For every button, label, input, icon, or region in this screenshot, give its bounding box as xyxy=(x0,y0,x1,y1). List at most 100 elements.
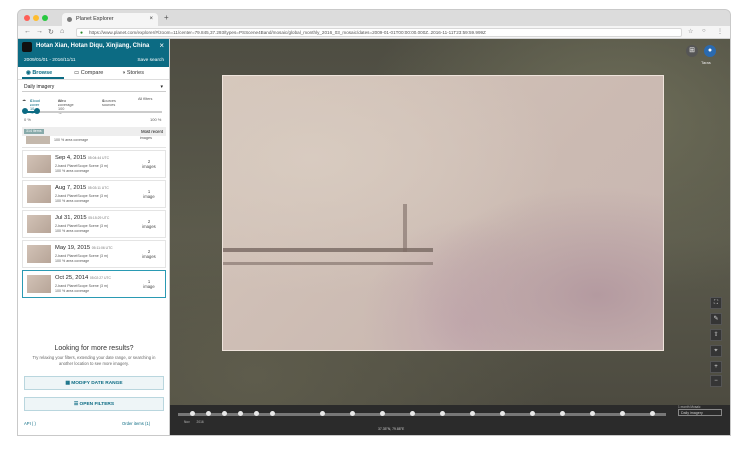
tab-close-icon[interactable]: × xyxy=(149,13,153,26)
menu-icon[interactable]: ⋮ xyxy=(717,28,723,35)
item-date-text: Jul 31, 2015 xyxy=(55,215,87,221)
results-header: 314 items Most recent xyxy=(22,127,166,136)
fullscreen-icon[interactable]: ⛶ xyxy=(710,297,722,309)
count-unit: images xyxy=(142,224,156,229)
list-item[interactable]: May 19, 2015 05:11:06 UTC 2-band PlanetS… xyxy=(22,240,166,268)
list-item[interactable]: Aug 7, 2015 05:03:11 UTC 2-band PlanetSc… xyxy=(22,180,166,208)
thumbnail xyxy=(27,245,51,263)
timeline-point[interactable] xyxy=(238,411,243,416)
new-tab-button[interactable]: + xyxy=(164,13,169,22)
timeline-point[interactable] xyxy=(380,411,385,416)
timeline-point[interactable] xyxy=(254,411,259,416)
count-unit: image xyxy=(143,284,155,289)
cloud-icon[interactable]: ☁ xyxy=(22,97,26,102)
item-source: 2-band PlanetScope Scene (3 m) xyxy=(55,194,109,198)
timeline-point[interactable] xyxy=(650,411,655,416)
tab-compare-label: Compare xyxy=(80,70,104,76)
open-filters-button[interactable]: ☰ OPEN FILTERS xyxy=(24,397,164,411)
timeline-point[interactable] xyxy=(320,411,325,416)
image-count: 2 images xyxy=(141,219,157,229)
road-line xyxy=(223,262,433,265)
item-date: Aug 7, 2015 05:03:11 UTC xyxy=(55,185,109,191)
timeline-point[interactable] xyxy=(440,411,445,416)
timeline-point[interactable] xyxy=(590,411,595,416)
item-date-text: Sep 4, 2015 xyxy=(55,155,87,161)
date-range[interactable]: 2009/01/01 - 2016/11/11 xyxy=(24,58,76,63)
close-window-dot[interactable] xyxy=(24,15,30,21)
timeline-point[interactable] xyxy=(530,411,535,416)
bookmark-star-icon[interactable]: ☆ xyxy=(688,28,693,35)
timeline-point[interactable] xyxy=(222,411,227,416)
item-coverage: 100 % area coverage xyxy=(55,169,90,173)
list-item[interactable]: Sep 4, 2015 05:04:44 UTC 2-band PlanetSc… xyxy=(22,150,166,178)
count-unit: images xyxy=(142,164,156,169)
planet-logo-icon[interactable] xyxy=(22,42,32,52)
list-item[interactable]: Jul 31, 2015 05:15:29 UTC 2-band PlanetS… xyxy=(22,210,166,238)
api-link[interactable]: API ( ) xyxy=(24,421,36,426)
item-coverage: 100 % area coverage xyxy=(55,259,90,263)
url-input[interactable]: ● https://www.planet.com/explorer/#/zoom… xyxy=(76,28,682,37)
timeline-point[interactable] xyxy=(500,411,505,416)
imagery-type-select[interactable]: Daily imagery ▾ xyxy=(22,83,166,92)
more-results-text: Try relaxing your filters, extending you… xyxy=(32,355,156,366)
timeline-point[interactable] xyxy=(270,411,275,416)
maximize-window-dot[interactable] xyxy=(42,15,48,21)
draw-icon[interactable]: ✎ xyxy=(710,313,722,325)
cloud-cover-slider[interactable] xyxy=(22,108,162,114)
slider-max-label: 100 % xyxy=(150,117,162,122)
save-search-link[interactable]: Save search xyxy=(137,58,164,63)
coverage-text: 100 % area coverage xyxy=(54,138,89,142)
timeline-point[interactable] xyxy=(620,411,625,416)
item-time: 05:02:27 UTC xyxy=(89,276,111,280)
item-coverage: 100 % area coverage xyxy=(55,229,90,233)
imagery-scene[interactable] xyxy=(222,75,664,351)
count-unit: image xyxy=(143,194,155,199)
tab-browse[interactable]: ◉ Browse xyxy=(26,70,52,76)
image-count: images xyxy=(139,136,152,140)
all-filters-link[interactable]: All filters xyxy=(138,97,152,101)
tab-stories[interactable]: ◑ Stories xyxy=(122,70,144,76)
extension-icon[interactable]: ○ xyxy=(702,28,706,34)
timeline-point[interactable] xyxy=(206,411,211,416)
timeline-point[interactable] xyxy=(560,411,565,416)
timeline-imagery-select[interactable]: Daily imagery xyxy=(678,409,722,416)
minimize-window-dot[interactable] xyxy=(33,15,39,21)
upload-icon[interactable]: ⇧ xyxy=(710,329,722,341)
modify-date-range-button[interactable]: ▦ MODIFY DATE RANGE xyxy=(24,376,164,390)
slider-handle-max[interactable] xyxy=(34,108,40,114)
map-view[interactable]: ⊞ ● Taras ⛶ ✎ ⇧ ⌖ + − xyxy=(170,39,730,435)
back-icon[interactable]: ← xyxy=(24,28,31,35)
item-date: Jul 31, 2015 05:15:29 UTC xyxy=(55,215,109,221)
sort-select[interactable]: Most recent xyxy=(141,127,163,136)
slider-min-label: 0 % xyxy=(24,117,31,122)
grid-menu-icon[interactable]: ⊞ xyxy=(686,45,698,57)
coordinates-text: 37.35°N, 79.88°E xyxy=(378,427,405,431)
browser-tab[interactable]: Planet Explorer × xyxy=(62,13,158,26)
timeline-point[interactable] xyxy=(470,411,475,416)
zoom-in-button[interactable]: + xyxy=(710,361,722,373)
location-pin-icon[interactable]: ⌖ xyxy=(710,345,722,357)
timeline-point[interactable] xyxy=(190,411,195,416)
home-icon[interactable]: ⌂ xyxy=(60,28,64,35)
forward-icon[interactable]: → xyxy=(36,28,43,35)
results-count-badge[interactable]: 314 items xyxy=(24,129,44,134)
thumbnail xyxy=(27,215,51,233)
road-line xyxy=(403,204,407,252)
zoom-out-button[interactable]: − xyxy=(710,375,722,387)
active-tab-indicator xyxy=(22,77,64,79)
order-items-link[interactable]: Order items (1) xyxy=(122,421,150,426)
list-item-selected[interactable]: Oct 25, 2014 05:02:27 UTC 2-band PlanetS… xyxy=(22,270,166,298)
filter-row: ☁ Cloud cover 0 - 10 % Area coverage 90 - … xyxy=(22,95,168,115)
list-item[interactable]: 100 % area coverage images xyxy=(22,136,166,148)
item-date-text: May 19, 2015 xyxy=(55,245,91,251)
tab-browse-label: Browse xyxy=(32,70,53,76)
slider-handle-min[interactable] xyxy=(22,108,28,114)
tab-compare[interactable]: ▭ Compare xyxy=(74,70,103,76)
avatar[interactable]: ● xyxy=(704,45,716,57)
sidebar-tabs: ◉ Browse ▭ Compare ◑ Stories xyxy=(18,67,169,80)
image-count: 1 image xyxy=(141,189,157,199)
reload-icon[interactable]: ↻ xyxy=(48,28,54,36)
close-icon[interactable]: × xyxy=(159,41,164,50)
timeline-point[interactable] xyxy=(410,411,415,416)
timeline-point[interactable] xyxy=(350,411,355,416)
